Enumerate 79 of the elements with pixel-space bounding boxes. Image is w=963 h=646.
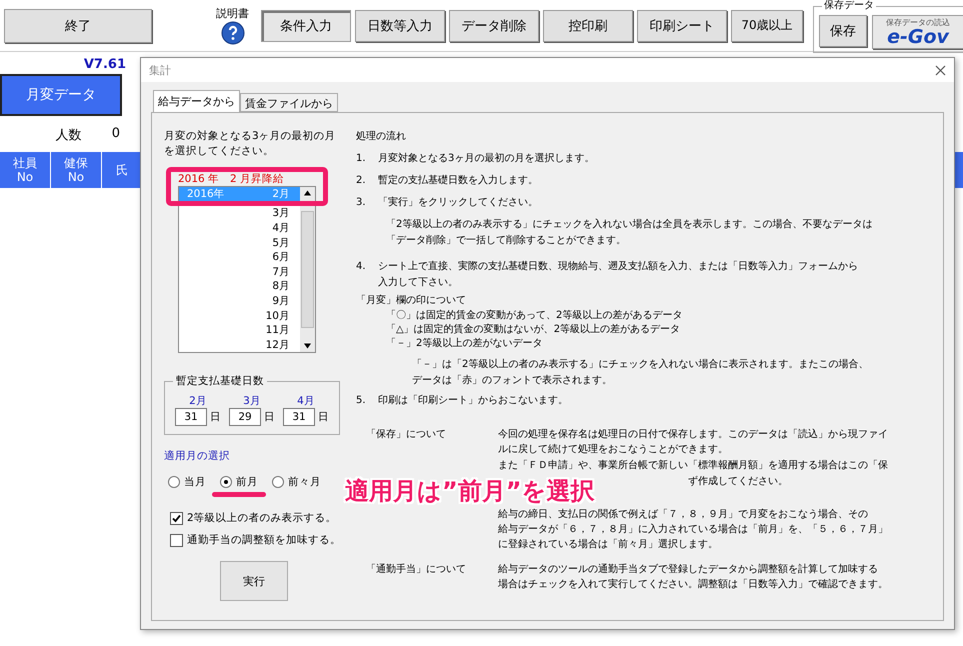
tab[interactable]: 賃金ファイルから xyxy=(240,93,338,112)
month-list-item[interactable]: 3月 xyxy=(179,206,300,222)
section-text: 給与の締日、支払日の関係で例えば「７，８，９月」で月変をおこなう場合、その 給与データが「６，７，８月」に入力されている場合は「前月」を、「５，６，７月」 に登録されている場合は「前々月」選択します。 xyxy=(498,508,888,552)
apply-month-title: 適用月の選択 xyxy=(164,449,231,464)
month-label: 2月 xyxy=(189,394,207,408)
step-text: 暫定の支払基礎日数を入力します。 xyxy=(378,174,538,188)
step-number: 3. xyxy=(356,196,367,210)
mark-description: 「－」2等級以上の差がないデータ xyxy=(385,337,544,351)
save-button[interactable]: 保存 xyxy=(819,15,867,47)
egov-load-button[interactable]: 保存データの読込 e-Gov xyxy=(872,15,963,49)
column-header: 社員 No xyxy=(0,152,51,188)
scrollbar[interactable] xyxy=(300,187,315,352)
toolbar-button[interactable]: 日数等入力 xyxy=(355,10,445,42)
month-list-item[interactable]: 8月 xyxy=(179,279,300,294)
manual-label: 説明書 xyxy=(216,6,249,21)
radio-option[interactable]: 当月 xyxy=(168,475,206,490)
toolbar-button[interactable]: データ削除 xyxy=(449,10,539,42)
month-list-item[interactable]: 9月 xyxy=(179,294,300,309)
toolbar-button[interactable]: 印刷シート xyxy=(637,10,727,42)
radio-option[interactable]: 前々月 xyxy=(272,475,321,490)
section-label: 「保存」について xyxy=(365,428,447,442)
month-label: 4月 xyxy=(297,394,315,408)
month-prompt: 月変の対象となる3ヶ月の最初の月を選択してください。 xyxy=(164,129,337,160)
underline-mark xyxy=(212,492,266,498)
month-label: 3月 xyxy=(243,394,261,408)
days-input[interactable]: 29 xyxy=(229,408,261,426)
section-text: ず作成してください。 xyxy=(688,474,788,489)
step-number: 2. xyxy=(356,174,367,188)
check-icon xyxy=(172,514,181,523)
month-list[interactable]: 2016年 2月 3月 4月 5月 6月 7月 8月 9月 10月 11月 12月 xyxy=(178,186,316,354)
radio-option[interactable]: 前月 xyxy=(220,475,258,490)
toolbar-button[interactable]: 控印刷 xyxy=(543,10,633,42)
marks-note: 「－」は「2等級以上の者のみ表示する」にチェックを入れない場合に表示されます。またこの場合、 データは「赤」のフォントで表示されます。 xyxy=(411,358,870,388)
checkbox-option[interactable]: 2等級以上の者のみ表示する。 xyxy=(170,511,340,526)
step-number: 4. xyxy=(356,260,367,274)
step-text: 印刷は「印刷シート」からおこないます。 xyxy=(378,394,568,408)
marks-heading: 「月変」欄の印について xyxy=(356,294,467,308)
count-value: 0 xyxy=(112,126,120,143)
column-header: 健保 No xyxy=(51,152,102,188)
month-list-item[interactable]: 6月 xyxy=(179,250,300,265)
days-input[interactable]: 31 xyxy=(283,408,315,426)
version-label: V7.61 xyxy=(84,57,126,72)
section-text: また「ＦＤ申請」や、事業所台帳で新しい「標準報酬月額」を適用する場合はこの「保 xyxy=(498,458,888,473)
step-number: 1. xyxy=(356,152,367,166)
monthly-change-button[interactable]: 月変データ xyxy=(0,74,122,116)
step-note: 「2等級以上の者のみ表示する」にチェックを入れない場合は全員を表示します。この場合、不要なデータは 「データ削除」で一括して削除することができます。 xyxy=(385,218,874,248)
month-list-item[interactable]: 5月 xyxy=(179,236,300,250)
step-number: 5. xyxy=(356,394,367,408)
days-input[interactable]: 31 xyxy=(175,408,207,426)
list-caption: 2016 年 2 月昇降給 xyxy=(178,173,286,186)
section-label: 「通勤手当」について xyxy=(365,562,467,577)
exit-button[interactable]: 終了 xyxy=(4,8,152,42)
annotation-text: 適用月は”前月”を選択 xyxy=(345,476,595,506)
run-button[interactable]: 実行 xyxy=(220,561,288,602)
unit-label: 日 xyxy=(264,410,275,424)
month-list-item[interactable]: 12月 xyxy=(179,338,300,352)
month-list-item[interactable]: 4月 xyxy=(179,221,300,236)
guide-heading: 処理の流れ xyxy=(356,130,407,144)
checkbox-option[interactable]: 通勤手当の調整額を加味する。 xyxy=(170,533,340,548)
count-label: 人数 xyxy=(56,127,82,144)
section-text: 今回の処理を保存名は処理日の日付で保存します。このデータは「読込」から現ファイ ルに戻して続けて処理をおこなうことができます。 xyxy=(498,428,888,457)
section-text: 給与データのツールの通勤手当タブで登録したデータから調整額を計算して加味する 場合はチェックを入れて実行してください。調整額は「日数等入力」で確認できます。 xyxy=(498,562,888,592)
toolbar-button[interactable]: 条件入力 xyxy=(261,10,351,42)
unit-label: 日 xyxy=(318,410,329,424)
mark-description: 「〇」は固定的賃金の変動があって、2等級以上の差があるデータ xyxy=(385,309,684,323)
mark-description: 「△」は固定的賃金の変動はないが、2等級以上の差があるデータ xyxy=(385,323,682,337)
unit-label: 日 xyxy=(210,410,221,424)
month-list-item[interactable]: 7月 xyxy=(179,264,300,280)
toolbar-button[interactable]: 70歳以上 xyxy=(731,10,803,42)
month-list-item[interactable]: 10月 xyxy=(179,308,300,324)
step-text: シート上で直接、実際の支払基礎日数、現物給与、遡及支払額を入力、または「日数等入力」フォームから 入力して下さい。 xyxy=(378,260,858,290)
step-text: 「実行」をクリックしてください。 xyxy=(378,196,538,210)
month-list-item[interactable]: 11月 xyxy=(179,323,300,338)
tab[interactable]: 給与データから xyxy=(153,90,240,112)
group-title: 暫定支払基礎日数 xyxy=(173,374,267,388)
step-text: 月変対象となる3ヶ月の最初の月を選択します。 xyxy=(378,152,594,166)
close-icon[interactable] xyxy=(935,64,946,76)
dialog-title: 集計 xyxy=(149,62,171,78)
help-icon[interactable] xyxy=(220,21,244,45)
